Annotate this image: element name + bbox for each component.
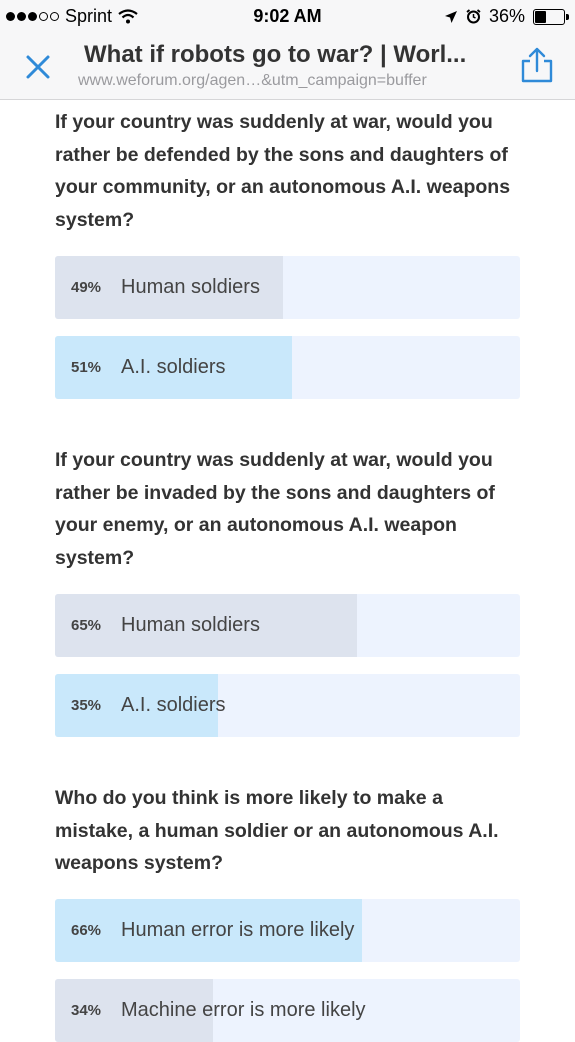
poll-option-percent: 66% xyxy=(71,922,102,939)
poll-option[interactable]: 51% A.I. soldiers xyxy=(55,336,520,399)
poll-option[interactable]: 65% Human soldiers xyxy=(55,594,520,657)
poll-option-percent: 49% xyxy=(71,279,102,296)
poll-option-label: A.I. soldiers xyxy=(121,356,226,378)
close-icon[interactable] xyxy=(22,49,56,83)
poll-option-percent: 65% xyxy=(71,617,102,634)
battery-percent: 36% xyxy=(488,6,525,26)
poll-option[interactable]: 49% Human soldiers xyxy=(55,256,520,319)
poll-option[interactable]: 34% Machine error is more likely xyxy=(55,979,520,1042)
poll-option[interactable]: 35% A.I. soldiers xyxy=(55,674,520,737)
poll-option-label: Human soldiers xyxy=(121,614,260,636)
browser-nav-bar: What if robots go to war? | Worl... www.… xyxy=(0,33,575,100)
status-bar: Sprint 9:02 AM 36% xyxy=(0,0,575,33)
poll-option-percent: 35% xyxy=(71,697,102,714)
poll-question: Who do you think is more likely to make … xyxy=(55,787,499,874)
location-arrow-icon xyxy=(444,10,457,23)
battery-icon xyxy=(533,8,569,25)
share-icon[interactable] xyxy=(519,45,555,85)
status-right: 36% xyxy=(444,6,569,27)
alarm-clock-icon xyxy=(466,9,481,24)
poll-option[interactable]: 66% Human error is more likely xyxy=(55,899,520,962)
poll-option-label: Human error is more likely xyxy=(121,919,355,941)
poll-option-label: A.I. soldiers xyxy=(121,694,226,716)
poll-question: If your country was suddenly at war, wou… xyxy=(55,111,511,231)
poll-option-percent: 34% xyxy=(71,1002,102,1019)
poll-option-label: Machine error is more likely xyxy=(121,999,366,1021)
page-title: What if robots go to war? | Worl... xyxy=(84,41,467,68)
poll-question: If your country was suddenly at war, wou… xyxy=(55,449,495,569)
page-url: www.weforum.org/agen…&utm_campaign=buffe… xyxy=(78,72,427,89)
poll-option-percent: 51% xyxy=(71,359,102,376)
poll-option-label: Human soldiers xyxy=(121,276,260,298)
